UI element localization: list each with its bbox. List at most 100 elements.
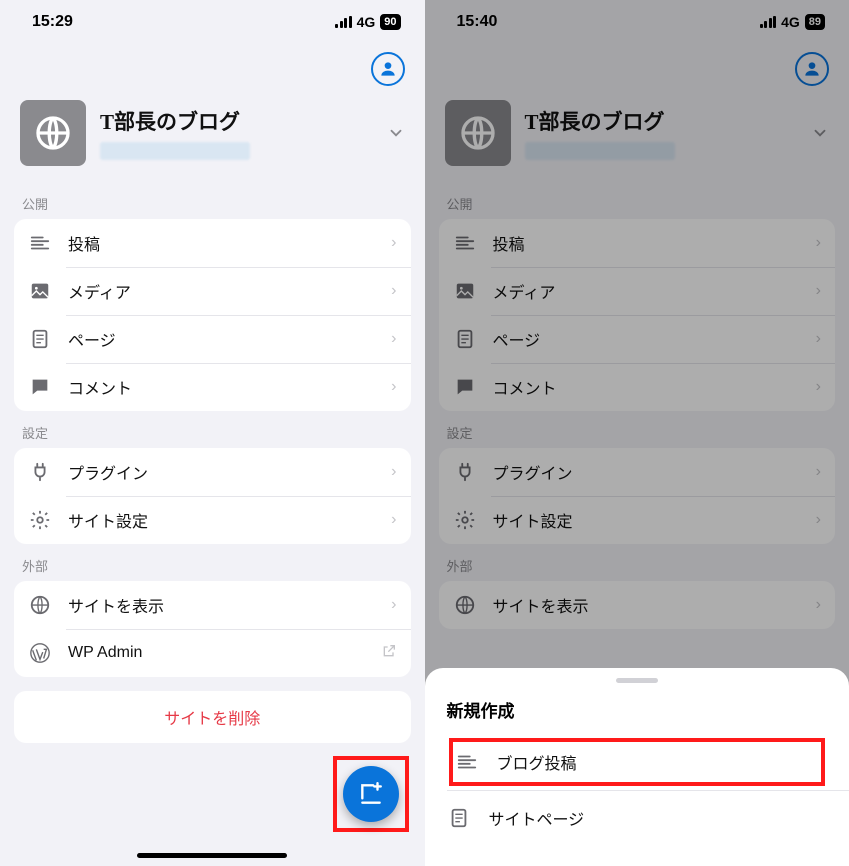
row-media[interactable]: メディア › <box>439 267 836 315</box>
site-url-blurred <box>525 142 675 160</box>
site-title: T部長のブログ <box>100 106 373 136</box>
row-plugins[interactable]: プラグイン › <box>14 448 411 496</box>
chevron-right-icon: › <box>391 234 396 252</box>
external-link-icon <box>381 643 397 664</box>
sheet-row-site-page[interactable]: サイトページ <box>425 790 849 846</box>
globe-icon <box>453 593 477 617</box>
row-view-site[interactable]: サイトを表示 › <box>439 581 836 629</box>
row-label: プラグイン <box>68 460 375 484</box>
pages-icon <box>28 327 52 351</box>
site-icon <box>445 100 511 166</box>
chevron-right-icon: › <box>391 596 396 614</box>
chevron-right-icon: › <box>391 511 396 529</box>
delete-site-button[interactable]: サイトを削除 <box>14 691 411 743</box>
section-external-label: 外部 <box>0 544 425 581</box>
profile-button[interactable] <box>795 52 829 86</box>
chevron-down-icon <box>811 124 829 142</box>
publish-card: 投稿 › メディア › ページ › コメント › <box>439 219 836 411</box>
globe-icon <box>28 593 52 617</box>
row-label: サイトを表示 <box>493 593 800 617</box>
comments-icon <box>28 375 52 399</box>
plug-icon <box>28 460 52 484</box>
signal-icon <box>335 16 352 28</box>
media-icon <box>28 279 52 303</box>
section-publish-label: 公開 <box>0 182 425 219</box>
gear-icon <box>28 508 52 532</box>
site-title: T部長のブログ <box>525 106 798 136</box>
row-pages[interactable]: ページ › <box>439 315 836 363</box>
chevron-right-icon: › <box>816 378 821 396</box>
compose-fab[interactable] <box>343 766 399 822</box>
wordpress-icon <box>28 641 52 665</box>
row-label: コメント <box>68 375 375 399</box>
chevron-down-icon <box>387 124 405 142</box>
row-media[interactable]: メディア › <box>14 267 411 315</box>
chevron-right-icon: › <box>816 330 821 348</box>
row-plugins[interactable]: プラグイン › <box>439 448 836 496</box>
sheet-title: 新規作成 <box>425 697 849 734</box>
row-label: 投稿 <box>68 231 375 255</box>
row-comments[interactable]: コメント › <box>14 363 411 411</box>
chevron-right-icon: › <box>816 511 821 529</box>
row-site-settings[interactable]: サイト設定 › <box>439 496 836 544</box>
row-label: プラグイン <box>493 460 800 484</box>
chevron-right-icon: › <box>816 234 821 252</box>
clock: 15:40 <box>457 13 498 31</box>
posts-icon <box>28 231 52 255</box>
chevron-right-icon: › <box>816 463 821 481</box>
section-settings-label: 設定 <box>425 411 849 448</box>
network-label: 4G <box>357 14 376 30</box>
signal-icon <box>760 16 777 28</box>
person-icon <box>802 59 822 79</box>
posts-icon <box>455 750 479 774</box>
site-url-blurred <box>100 142 250 160</box>
network-label: 4G <box>781 14 800 30</box>
battery-icon: 89 <box>805 14 825 30</box>
create-sheet: 新規作成 ブログ投稿 サイトページ <box>425 668 849 866</box>
sheet-grabber[interactable] <box>616 678 658 683</box>
globe-icon <box>458 113 498 153</box>
status-bar: 15:40 4G 89 <box>425 0 849 44</box>
site-header[interactable]: T部長のブログ <box>0 96 425 182</box>
row-view-site[interactable]: サイトを表示 › <box>14 581 411 629</box>
chevron-right-icon: › <box>391 282 396 300</box>
row-label: サイト設定 <box>493 508 800 532</box>
publish-card: 投稿 › メディア › ページ › コメント › <box>14 219 411 411</box>
row-site-settings[interactable]: サイト設定 › <box>14 496 411 544</box>
home-indicator <box>137 853 287 858</box>
row-pages[interactable]: ページ › <box>14 315 411 363</box>
section-settings-label: 設定 <box>0 411 425 448</box>
row-posts[interactable]: 投稿 › <box>439 219 836 267</box>
chevron-right-icon: › <box>391 378 396 396</box>
row-comments[interactable]: コメント › <box>439 363 836 411</box>
chevron-right-icon: › <box>816 596 821 614</box>
profile-button[interactable] <box>371 52 405 86</box>
settings-card: プラグイン › サイト設定 › <box>14 448 411 544</box>
row-label: サイトを表示 <box>68 593 375 617</box>
chevron-right-icon: › <box>391 330 396 348</box>
chevron-right-icon: › <box>816 282 821 300</box>
sheet-row-label: サイトページ <box>489 806 585 830</box>
row-label: メディア <box>493 279 800 303</box>
left-screenshot: 15:29 4G 90 T部長のブログ 公開 投稿 › メディア <box>0 0 425 866</box>
site-header[interactable]: T部長のブログ <box>425 96 849 182</box>
row-wp-admin[interactable]: WP Admin <box>14 629 411 677</box>
site-icon <box>20 100 86 166</box>
external-card: サイトを表示 › WP Admin <box>14 581 411 677</box>
section-external-label: 外部 <box>425 544 849 581</box>
pages-icon <box>453 327 477 351</box>
clock: 15:29 <box>32 13 73 31</box>
comments-icon <box>453 375 477 399</box>
row-label: ページ <box>493 327 800 351</box>
globe-icon <box>33 113 73 153</box>
sheet-row-blog-post[interactable]: ブログ投稿 <box>445 734 830 790</box>
compose-icon <box>358 781 384 807</box>
sheet-row-label: ブログ投稿 <box>497 750 577 774</box>
row-posts[interactable]: 投稿 › <box>14 219 411 267</box>
pages-icon <box>447 806 471 830</box>
external-card: サイトを表示 › <box>439 581 836 629</box>
posts-icon <box>453 231 477 255</box>
section-publish-label: 公開 <box>425 182 849 219</box>
row-label: サイト設定 <box>68 508 375 532</box>
gear-icon <box>453 508 477 532</box>
